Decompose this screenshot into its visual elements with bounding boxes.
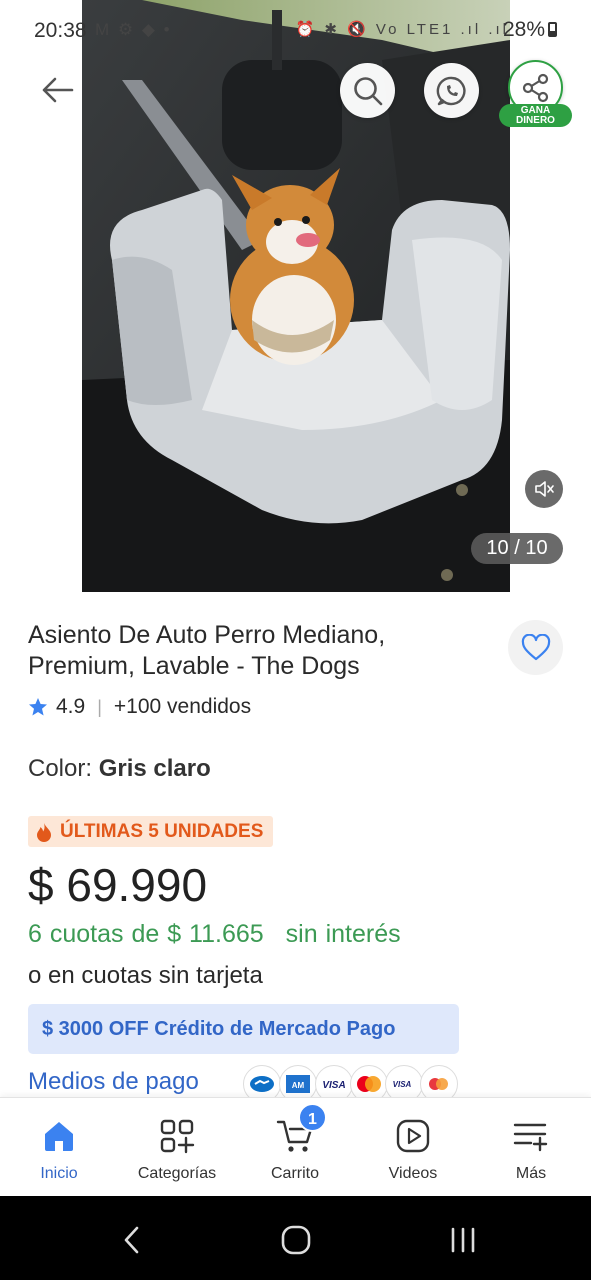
nav-label-videos: Videos	[388, 1165, 438, 1182]
stock-text: ÚLTIMAS 5 UNIDADES	[60, 820, 264, 842]
whatsapp-button[interactable]	[424, 63, 479, 118]
nav-item-mas[interactable]: Más	[472, 1098, 590, 1197]
color-value: Gris claro	[98, 755, 211, 782]
rating-row[interactable]: 4.9 | +100 vendidos	[28, 692, 251, 722]
system-back-button[interactable]	[102, 1220, 162, 1260]
search-button[interactable]	[340, 63, 395, 118]
sold-count: +100 vendidos	[113, 695, 252, 718]
favorite-button[interactable]	[508, 620, 563, 675]
installments-info: 6 cuotas de $ 11.665 sin interés	[28, 920, 401, 949]
system-recents-button[interactable]	[433, 1220, 493, 1260]
nav-label-categorias: Categorías	[137, 1165, 217, 1182]
payment-methods-link[interactable]: Medios de pago	[28, 1068, 199, 1096]
payment-methods-row[interactable]: Medios de pago AM VISA VISA	[28, 1065, 591, 1101]
installments-amount: 6 cuotas de $ 11.665	[28, 920, 264, 948]
cart-count-badge: 1	[298, 1103, 327, 1132]
installments-interest: sin interés	[285, 920, 401, 948]
svg-text:VISA: VISA	[393, 1080, 412, 1089]
color-label: Color:	[28, 755, 99, 782]
home-icon	[45, 1122, 73, 1151]
nav-item-carrito[interactable]: 1 Carrito	[236, 1098, 354, 1197]
menu-plus-icon	[513, 1123, 548, 1152]
nav-label-inicio: Inicio	[40, 1165, 78, 1182]
share-icon	[522, 73, 548, 102]
battery-icon	[548, 22, 557, 37]
status-bar: 20:38 M ⚙ ◆ • ⏰ ✱ 🔇 Vo LTE1 .ıl .ıl 28%	[0, 0, 591, 60]
bottom-navigation: Inicio Categorías 1 Carrito Videos Más	[0, 1097, 591, 1196]
mastercard-icon	[350, 1065, 388, 1101]
heart-icon	[521, 633, 550, 660]
visa-icon: VISA	[315, 1065, 353, 1101]
stock-badge: ÚLTIMAS 5 UNIDADES	[28, 816, 274, 847]
whatsapp-icon	[436, 76, 466, 105]
system-recents-icon	[451, 1227, 475, 1253]
system-back-icon	[124, 1226, 139, 1254]
nav-label-carrito: Carrito	[270, 1165, 319, 1182]
system-status-icons: ⏰ ✱ 🔇 Vo LTE1 .ıl .ıl	[295, 21, 509, 38]
product-title: Asiento De Auto Perro Mediano, Premium, …	[28, 621, 386, 680]
maestro-icon	[420, 1065, 458, 1101]
product-price: $ 69.990	[28, 859, 208, 911]
nav-label-mas: Más	[515, 1165, 547, 1182]
credit-banner[interactable]: $ 3000 OFF Crédito de Mercado Pago	[28, 1004, 459, 1054]
product-gallery[interactable]: GANA DINERO 10 / 10	[0, 0, 591, 592]
svg-text:AM: AM	[292, 1081, 305, 1090]
notification-icons: M ⚙ ◆ •	[95, 20, 172, 39]
mute-button[interactable]	[525, 470, 563, 508]
nav-item-categorias[interactable]: Categorías	[118, 1098, 236, 1197]
rating-value: 4.9	[56, 695, 86, 718]
back-button[interactable]	[30, 62, 86, 118]
flame-icon	[37, 822, 51, 842]
svg-text:VISA: VISA	[322, 1080, 345, 1090]
visa-debit-icon: VISA	[385, 1065, 423, 1101]
nav-item-inicio[interactable]: Inicio	[0, 1098, 118, 1197]
status-time: 20:38	[34, 19, 87, 42]
amex-icon: AM	[279, 1065, 317, 1101]
system-home-button[interactable]	[266, 1220, 326, 1260]
mute-icon	[535, 481, 554, 497]
rating-separator: |	[97, 696, 102, 717]
search-icon	[353, 76, 382, 105]
system-home-icon	[281, 1225, 311, 1255]
back-arrow-icon	[42, 77, 74, 103]
categories-icon	[160, 1119, 195, 1154]
earn-money-badge[interactable]: GANA DINERO	[499, 104, 572, 127]
nav-item-videos[interactable]: Videos	[354, 1098, 472, 1197]
no-card-installments[interactable]: o en cuotas sin tarjeta	[28, 962, 263, 990]
play-icon	[396, 1119, 430, 1153]
battery-indicator: 28%	[503, 18, 557, 42]
star-icon	[29, 698, 47, 716]
system-navigation-bar	[0, 1196, 591, 1280]
color-selector[interactable]: Color: Gris claro	[28, 755, 211, 783]
handshake-icon	[243, 1065, 281, 1101]
image-counter: 10 / 10	[471, 533, 563, 564]
